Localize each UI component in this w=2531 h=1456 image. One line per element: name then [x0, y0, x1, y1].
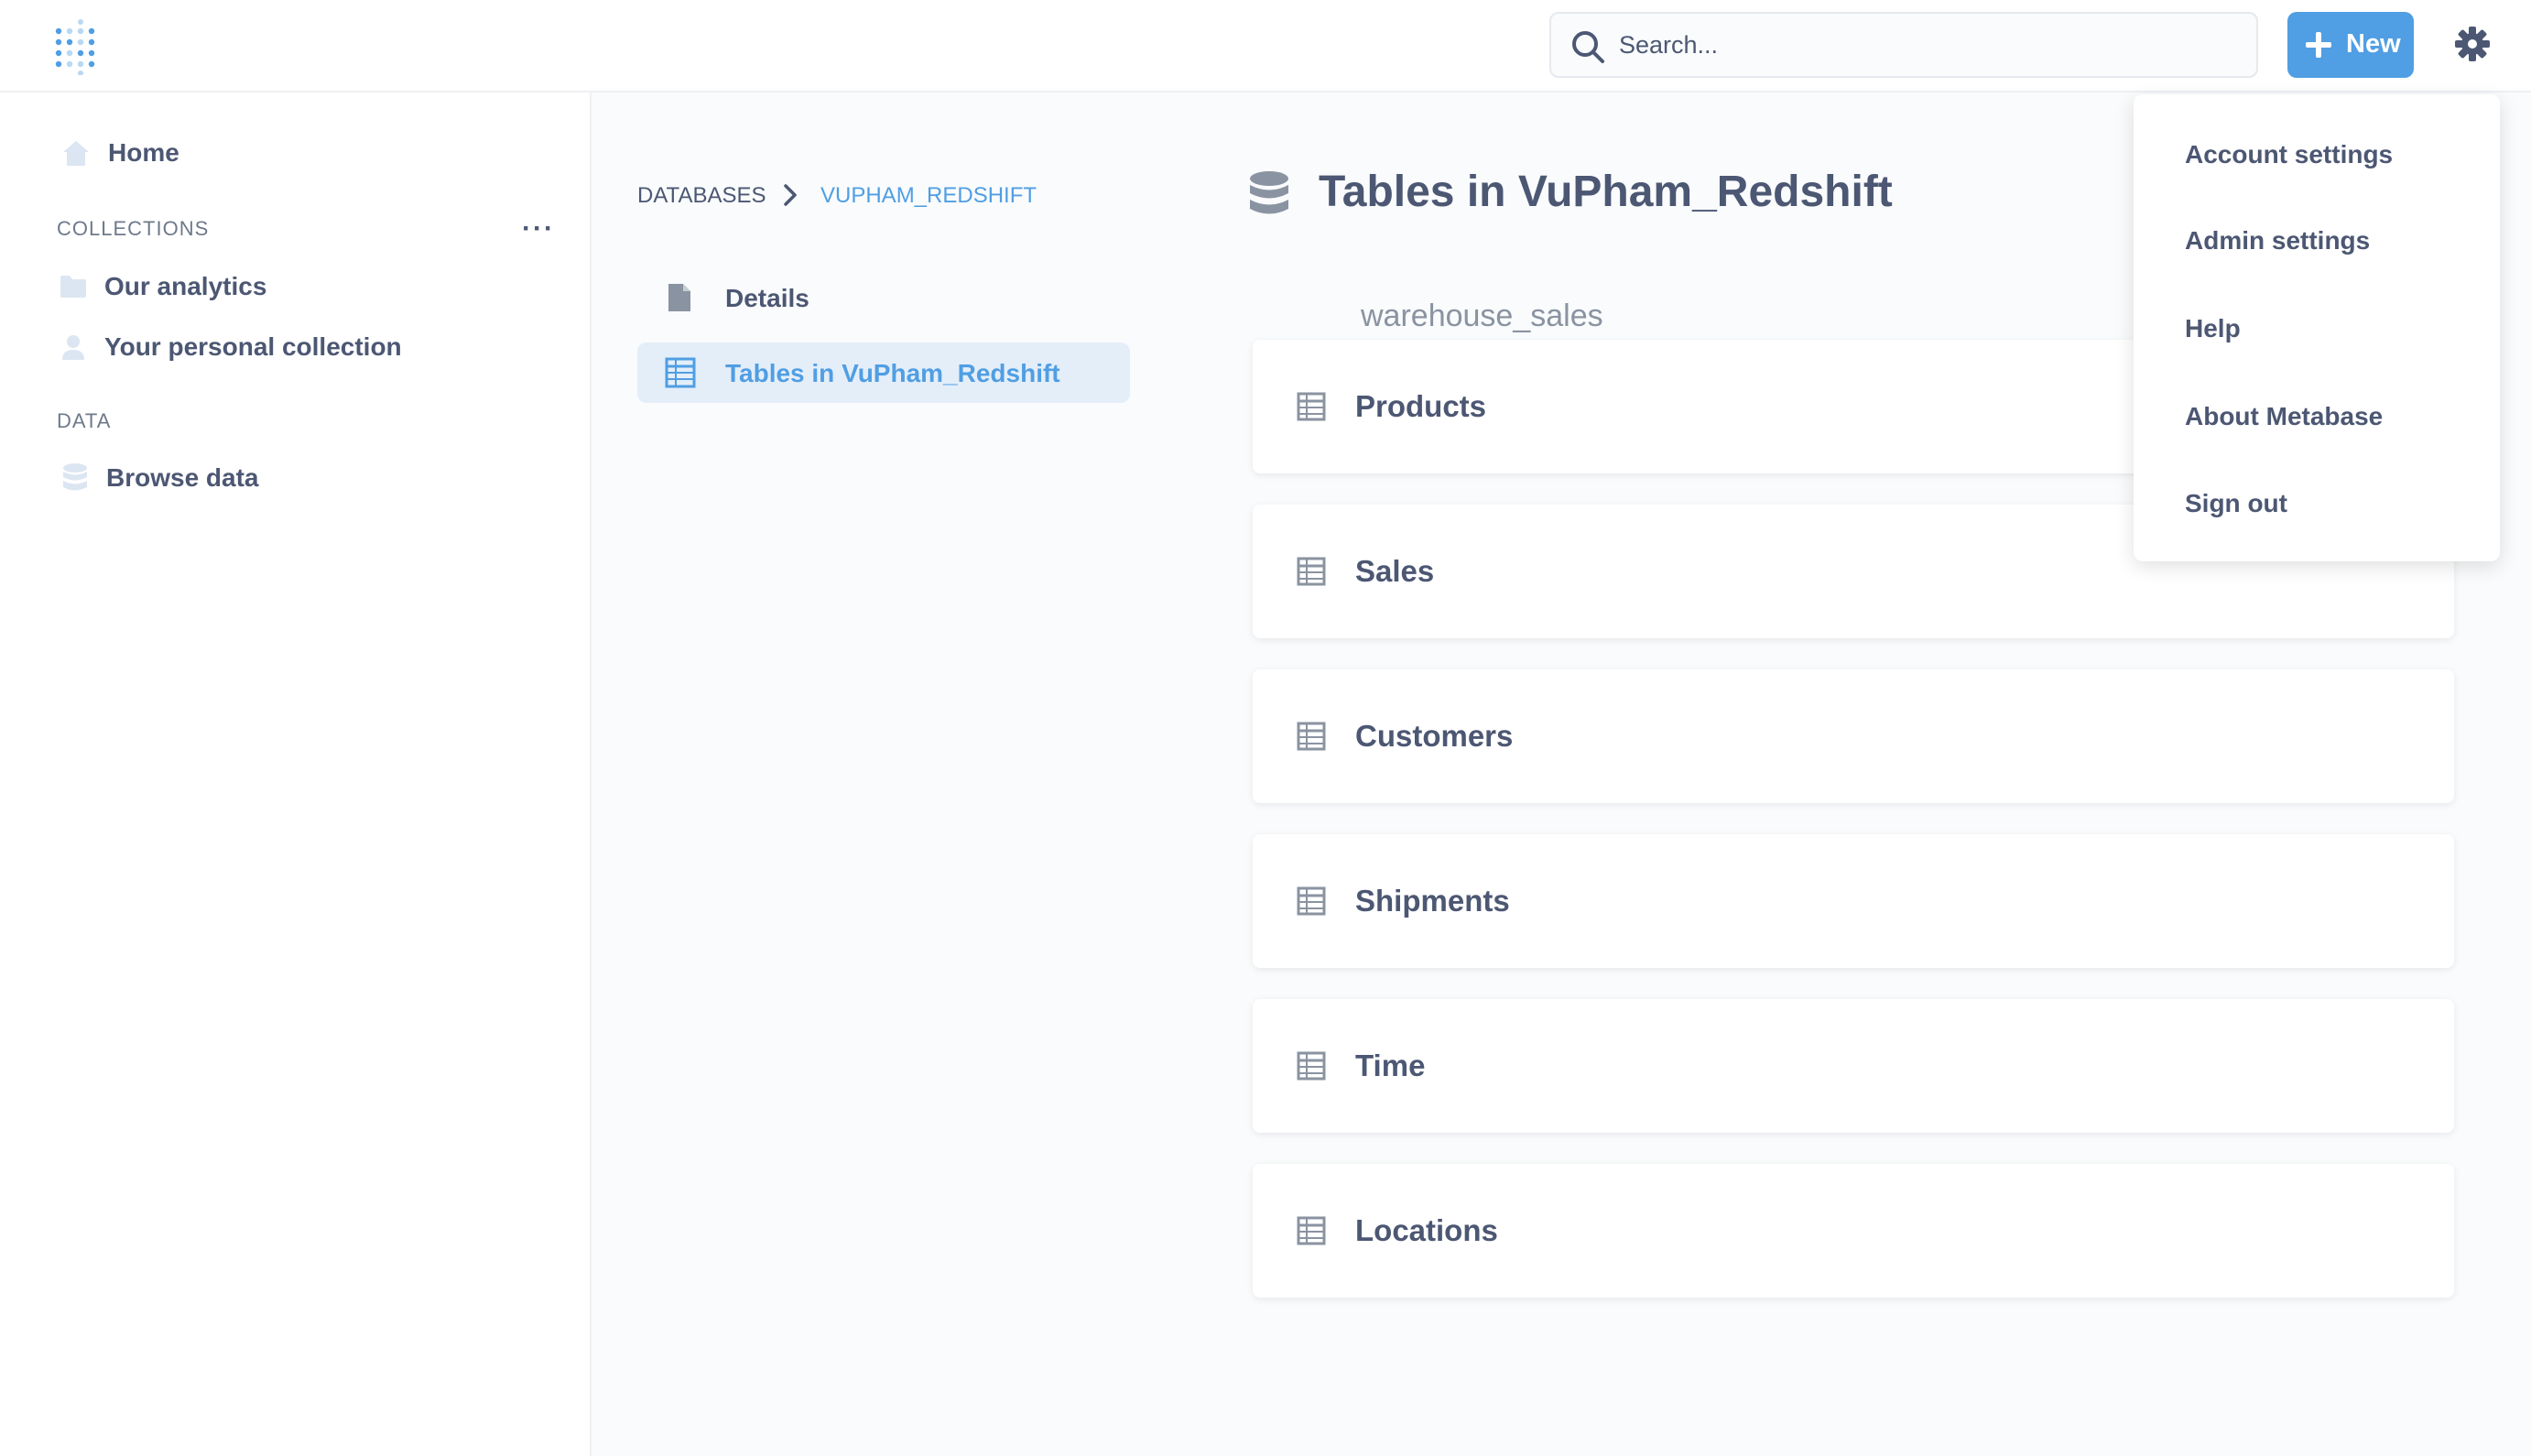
page-title: Tables in VuPham_Redshift: [1319, 168, 1893, 216]
collections-header: COLLECTIONS: [57, 217, 210, 240]
sidebar-item-our-analytics[interactable]: Our analytics: [59, 272, 266, 301]
new-button[interactable]: New: [2287, 12, 2414, 78]
table-card-customers[interactable]: Customers: [1253, 669, 2454, 803]
new-button-label: New: [2346, 29, 2401, 59]
table-icon: [1297, 886, 1326, 916]
table-card-label: Shipments: [1355, 884, 1510, 918]
database-icon: [1250, 171, 1288, 214]
sidebar-item-label: Home: [108, 138, 179, 167]
data-header: DATA: [57, 409, 112, 432]
menu-item-about-metabase[interactable]: About Metabase: [2185, 402, 2383, 431]
home-icon: [63, 141, 89, 166]
person-icon: [62, 335, 84, 360]
sidebar-item-home[interactable]: Home: [60, 138, 179, 168]
menu-item-help[interactable]: Help: [2185, 314, 2241, 343]
breadcrumb-current[interactable]: VUPHAM_REDSHIFT: [820, 183, 1037, 209]
top-navbar: New: [0, 0, 2531, 92]
nav-details[interactable]: Details: [637, 266, 1130, 330]
sidebar-item-label: Browse data: [106, 463, 259, 492]
sidebar-item-label: Your personal collection: [104, 332, 402, 361]
table-card-locations[interactable]: Locations: [1253, 1164, 2454, 1298]
settings-dropdown-menu: Account settings Admin settings Help Abo…: [2134, 94, 2500, 561]
gear-icon[interactable]: [2454, 26, 2491, 62]
more-options-icon[interactable]: ···: [522, 213, 555, 244]
table-icon: [1297, 392, 1326, 421]
sidebar-item-personal-collection[interactable]: Your personal collection: [59, 332, 402, 362]
nav-details-label: Details: [725, 284, 809, 312]
metabase-logo-icon[interactable]: [53, 18, 104, 75]
sidebar-item-label: Our analytics: [104, 272, 267, 300]
table-card-label: Sales: [1355, 554, 1435, 588]
sidebar-item-browse-data[interactable]: Browse data: [60, 462, 259, 494]
table-card-shipments[interactable]: Shipments: [1253, 834, 2454, 968]
document-icon: [668, 284, 690, 311]
table-icon: [665, 357, 696, 388]
table-card-label: Locations: [1355, 1213, 1498, 1247]
database-icon: [63, 463, 87, 491]
menu-item-account-settings[interactable]: Account settings: [2185, 140, 2393, 169]
nav-tables-label: Tables in VuPham_Redshift: [725, 359, 1060, 387]
table-icon: [1297, 1216, 1326, 1245]
search-icon: [1572, 31, 1604, 63]
table-card-time[interactable]: Time: [1253, 999, 2454, 1133]
search-input[interactable]: [1619, 23, 2232, 67]
search-bar[interactable]: [1549, 12, 2258, 78]
chevron-right-icon: [784, 184, 797, 206]
table-icon: [1297, 1051, 1326, 1081]
table-icon: [1297, 557, 1326, 586]
folder-icon: [60, 276, 86, 298]
table-icon: [1297, 722, 1326, 751]
table-card-label: Customers: [1355, 719, 1514, 753]
menu-item-sign-out[interactable]: Sign out: [2185, 489, 2287, 518]
table-card-label: Time: [1355, 1049, 1426, 1082]
breadcrumb-databases[interactable]: DATABASES: [637, 183, 766, 209]
sidebar: Home COLLECTIONS ··· Our analytics Your …: [0, 92, 592, 1456]
table-card-label: Products: [1355, 389, 1487, 423]
nav-tables[interactable]: Tables in VuPham_Redshift: [637, 342, 1130, 403]
schema-name: warehouse_sales: [1361, 299, 1603, 333]
plus-icon: [2306, 32, 2331, 58]
menu-item-admin-settings[interactable]: Admin settings: [2185, 226, 2370, 255]
